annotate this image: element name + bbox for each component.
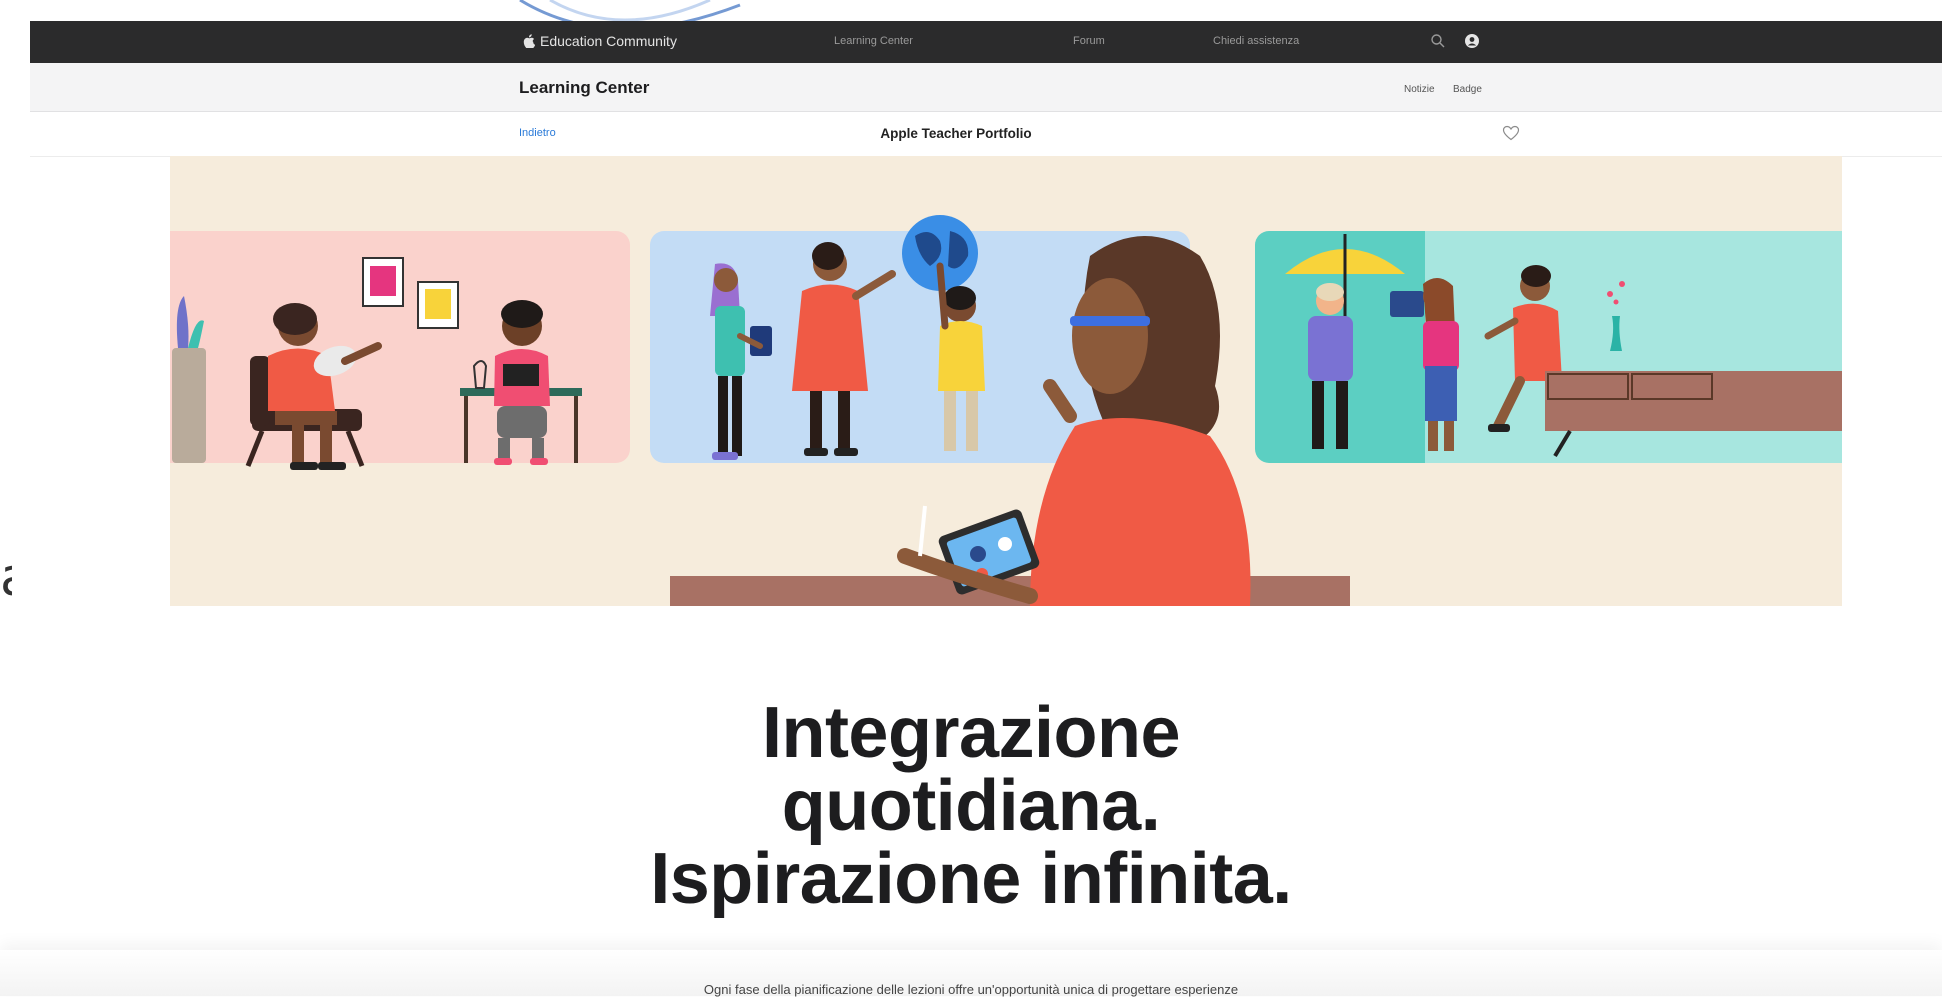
search-icon[interactable] [1430, 33, 1446, 49]
hero-illustration [170, 156, 1842, 606]
nav-link-support[interactable]: Chiedi assistenza [1213, 35, 1299, 47]
headline-line-2: quotidiana. [781, 766, 1161, 846]
apple-logo-icon [523, 34, 535, 48]
hero-artwork [170, 215, 1842, 606]
brand-label: Education Community [540, 33, 677, 49]
brand-link[interactable]: Education Community [523, 33, 677, 49]
hero-headline: Integrazione quotidiana. Ispirazione inf… [0, 697, 1942, 916]
adjacent-slide-text: a [0, 548, 12, 608]
nav-link-forum[interactable]: Forum [1073, 35, 1105, 47]
nav-link-news[interactable]: Notizie [1404, 84, 1435, 95]
nav-link-learning-center[interactable]: Learning Center [834, 35, 913, 47]
classroom-reading-scene [170, 231, 630, 470]
global-nav: Education Community Learning Center Foru… [30, 21, 1942, 63]
page-title: Apple Teacher Portfolio [880, 126, 1032, 141]
section-title[interactable]: Learning Center [519, 78, 649, 98]
heart-icon[interactable] [1502, 125, 1520, 141]
headline-line-3: Ispirazione infinita. [650, 839, 1292, 919]
nav-link-badge[interactable]: Badge [1453, 84, 1482, 95]
account-icon[interactable] [1464, 33, 1480, 49]
local-nav: Learning Center Notizie Badge [30, 63, 1942, 112]
intro-paragraph: Ogni fase della pianificazione delle lez… [703, 982, 1239, 997]
umbrella-tablet-scene [1255, 231, 1842, 463]
sub-nav: Indietro Apple Teacher Portfolio [30, 112, 1942, 157]
headline-line-1: Integrazione [761, 693, 1181, 773]
